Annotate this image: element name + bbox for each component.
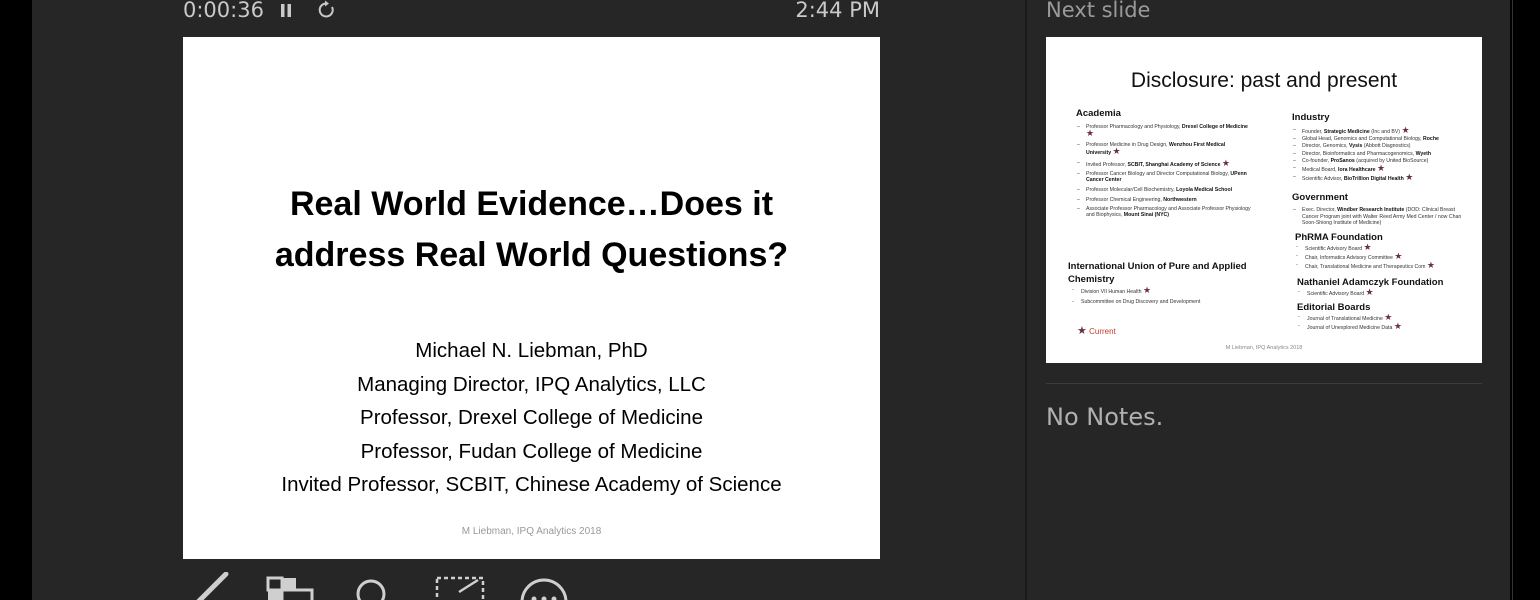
star-icon: ★: [1393, 321, 1402, 332]
section-heading: PhRMA Foundation: [1295, 232, 1383, 244]
clock: 2:44 PM: [795, 0, 880, 22]
star-icon: ★: [1426, 260, 1435, 271]
more-icon: [520, 578, 568, 600]
list-item: Subcommittee on Drug Discovery and Devel…: [1071, 299, 1283, 305]
left-window-edge: [0, 0, 32, 600]
list-item: Scientific Advisor, BioTrillion Digital …: [1292, 172, 1472, 183]
pause-icon: [281, 4, 291, 17]
pen-tool-button[interactable]: [190, 572, 244, 600]
section-heading: Nathaniel Adamczyk Foundation: [1297, 276, 1444, 288]
list-item: Global Head, Genomics and Computational …: [1292, 136, 1472, 142]
list-item: Associate Professor Pharmacology and Ass…: [1076, 206, 1251, 218]
slide-author-block: Michael N. Liebman, PhD Managing Directo…: [183, 334, 880, 502]
see-all-slides-button[interactable]: [264, 572, 318, 600]
iupac-column: International Union of Pure and Applied …: [1068, 260, 1283, 308]
elapsed-timer: 0:00:36: [183, 0, 264, 22]
list-item: Chair, Informatics Advisory Committee ★: [1295, 251, 1472, 262]
star-icon: ★: [1384, 311, 1393, 322]
slide-grid-icon: [266, 576, 314, 600]
list-item: Director, Genomics, Vysis (Abbott Diagno…: [1292, 143, 1472, 149]
section-heading: Academia: [1076, 108, 1121, 119]
zoom-button[interactable]: [350, 572, 404, 600]
author-line: Professor, Fudan College of Medicine: [360, 439, 703, 463]
zoom-icon: [356, 579, 386, 600]
star-icon: ★: [1376, 163, 1386, 174]
industry-column: Industry Founder, Strategic Medicine (In…: [1292, 112, 1472, 332]
restart-icon: [318, 0, 334, 18]
list-item: Medical Board, Iora Healthcare ★: [1292, 163, 1472, 174]
crop-icon: [435, 576, 485, 600]
author-line: Managing Director, IPQ Analytics, LLC: [357, 372, 706, 396]
pause-button[interactable]: [278, 0, 294, 22]
next-slide-footer: M Liebman, IPQ Analytics 2018: [1225, 345, 1303, 351]
speaker-notes[interactable]: No Notes.: [1046, 403, 1163, 431]
section-heading: International Union of Pure and Applied …: [1068, 261, 1247, 285]
star-icon: ★: [1365, 286, 1374, 297]
list-item: Chair, Translational Medicine and Therap…: [1295, 260, 1472, 271]
list-item: Professor Molecular/Cell Biochemistry, L…: [1076, 187, 1251, 193]
slide-title: Real World Evidence…Does it address Real…: [183, 179, 880, 281]
star-icon: ★: [1143, 285, 1152, 295]
star-icon: ★: [1363, 242, 1372, 253]
list-item: Professor Chemical Engineering, Northwes…: [1076, 197, 1251, 203]
notes-separator: [1046, 383, 1482, 384]
list-item: Invited Professor, SCBIT, Shanghai Acade…: [1076, 157, 1251, 168]
list-item: Professor Medicine in Drug Design, Wenzh…: [1076, 142, 1251, 156]
scrollbar-track: [1512, 0, 1513, 600]
next-slide-title: Disclosure: past and present: [1130, 69, 1398, 92]
list-item: Director, Bioinformatics and Pharmacogen…: [1292, 151, 1472, 157]
list-item: Professor Pharmacology and Physiology, D…: [1076, 124, 1251, 138]
slide-footer: M Liebman, IPQ Analytics 2018: [461, 526, 602, 537]
star-icon: ★: [1394, 251, 1403, 262]
list-item: Professor Cancer Biology and Director Co…: [1076, 171, 1251, 183]
star-icon: ★: [1405, 172, 1414, 183]
section-heading: Government: [1292, 192, 1348, 204]
author-line: Professor, Drexel College of Medicine: [360, 406, 703, 429]
star-icon: ★: [1086, 128, 1095, 139]
restart-timer-button[interactable]: [316, 0, 338, 21]
more-options-button[interactable]: [518, 572, 572, 600]
star-icon: ★: [1401, 125, 1410, 135]
section-heading: Industry: [1292, 112, 1330, 123]
list-item: Founder, Strategic Medicine (Inc and BV)…: [1292, 125, 1472, 136]
star-icon: ★: [1077, 325, 1087, 337]
list-item: Scientific Advisory Board ★: [1297, 286, 1472, 297]
author-line: Invited Professor, SCBIT, Chinese Academ…: [281, 473, 782, 496]
pen-icon: [196, 572, 229, 600]
current-legend: ★ Current: [1077, 325, 1116, 337]
list-item: Division VII Human Health ★: [1071, 285, 1283, 296]
crop-button[interactable]: [434, 572, 488, 600]
right-window-edge: [1510, 0, 1540, 600]
list-item: Journal of Translational Medicine ★: [1297, 311, 1472, 322]
star-icon: ★: [1221, 157, 1230, 168]
next-slide-label: Next slide: [1046, 0, 1151, 22]
list-item: Journal of Unexplored Medicine Data ★: [1297, 321, 1472, 332]
academia-column: Academia Professor Pharmacology and Phys…: [1076, 108, 1251, 222]
current-slide[interactable]: Real World Evidence…Does it address Real…: [183, 37, 880, 559]
next-slide-thumbnail[interactable]: Disclosure: past and present Academia Pr…: [1046, 37, 1482, 363]
list-item: Exec. Director, Windber Research Institu…: [1292, 207, 1472, 226]
list-item: Scientific Advisory Board ★: [1295, 242, 1472, 253]
author-line: Michael N. Liebman, PhD: [415, 339, 648, 362]
slide-title-line: address Real World Questions?: [274, 236, 789, 274]
star-icon: ★: [1112, 146, 1121, 156]
slide-title-line: Real World Evidence…Does it: [289, 185, 774, 223]
